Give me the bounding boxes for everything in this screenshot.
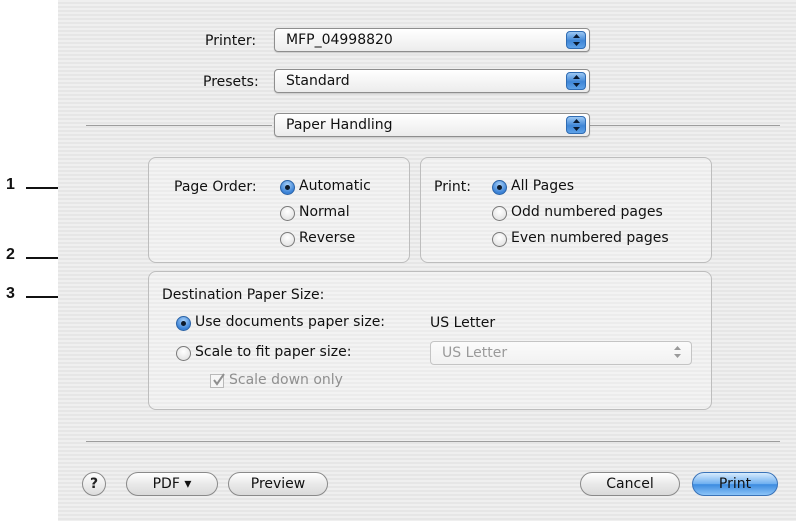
- updown-arrows-icon: [566, 116, 586, 134]
- print-pages-label: Print:: [434, 179, 471, 195]
- cancel-button[interactable]: Cancel: [580, 472, 680, 496]
- pane-separator-left: [86, 125, 272, 126]
- presets-value: Standard: [286, 73, 350, 89]
- checkbox-icon: [210, 373, 225, 388]
- page-order-group: [148, 157, 410, 263]
- radio-icon: [280, 232, 295, 247]
- radio-icon: [492, 206, 507, 221]
- printer-label: Printer:: [205, 33, 257, 49]
- radio-icon: [176, 346, 191, 361]
- presets-label: Presets:: [203, 74, 259, 90]
- callout-3: 3: [6, 285, 15, 302]
- radio-icon: [280, 206, 295, 221]
- scale-paper-size-popup[interactable]: US Letter: [430, 341, 692, 365]
- destination-label: Destination Paper Size:: [162, 287, 325, 303]
- print-odd-pages-label: Odd numbered pages: [511, 204, 663, 220]
- pdf-button[interactable]: PDF ▾: [126, 472, 218, 496]
- radio-selected-icon: [176, 316, 191, 331]
- radio-selected-icon: [492, 180, 507, 195]
- updown-arrows-icon: [566, 72, 586, 90]
- use-documents-value: US Letter: [430, 315, 496, 331]
- callout-1: 1: [6, 176, 15, 193]
- pane-popup[interactable]: Paper Handling: [274, 113, 590, 137]
- radio-icon: [492, 232, 507, 247]
- callout-2: 2: [6, 246, 15, 263]
- presets-popup[interactable]: Standard: [274, 69, 590, 93]
- help-button[interactable]: ?: [82, 472, 106, 496]
- radio-selected-icon: [280, 180, 295, 195]
- updown-arrows-icon: [566, 31, 586, 49]
- scale-to-fit-label: Scale to fit paper size:: [195, 344, 352, 360]
- scale-paper-size-value: US Letter: [442, 345, 508, 361]
- printer-popup[interactable]: MFP_04998820: [274, 28, 590, 52]
- preview-button[interactable]: Preview: [228, 472, 328, 496]
- page-order-label: Page Order:: [174, 179, 257, 195]
- print-dialog: Printer: MFP_04998820 Presets: Standard …: [58, 0, 796, 521]
- print-all-pages-label: All Pages: [511, 178, 574, 194]
- page-order-normal-label: Normal: [299, 204, 350, 220]
- use-documents-label: Use documents paper size:: [195, 314, 386, 330]
- print-even-pages-label: Even numbered pages: [511, 230, 669, 246]
- bottom-separator: [86, 441, 780, 442]
- scale-down-only-label: Scale down only: [229, 372, 343, 388]
- pane-separator-right: [590, 125, 780, 126]
- updown-arrows-icon: [668, 344, 688, 362]
- pane-value: Paper Handling: [286, 117, 393, 133]
- page-order-reverse-label: Reverse: [299, 230, 356, 246]
- page-order-automatic-label: Automatic: [299, 178, 371, 194]
- print-button[interactable]: Print: [692, 472, 778, 496]
- printer-value: MFP_04998820: [286, 32, 393, 48]
